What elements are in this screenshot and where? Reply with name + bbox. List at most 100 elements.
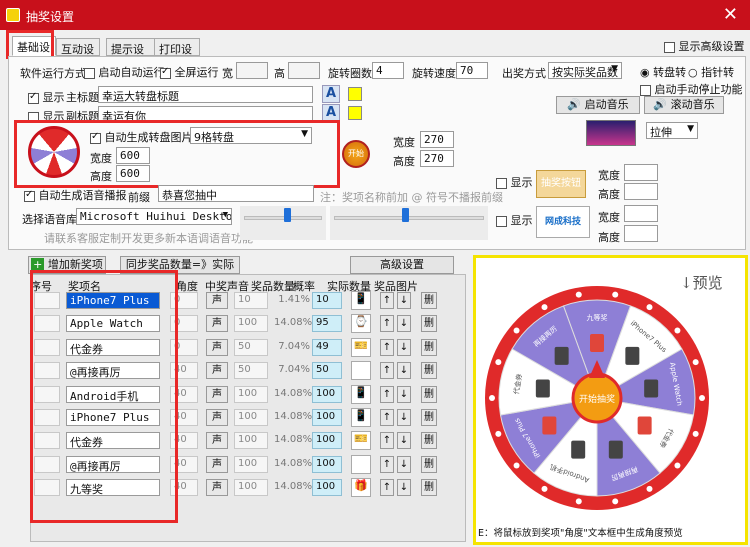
row-qty[interactable]: 100 xyxy=(234,315,268,333)
extra-image-2[interactable]: 网成科技 xyxy=(536,206,590,238)
row-real-qty[interactable]: 100 xyxy=(312,409,342,426)
auto-run-checkbox[interactable]: 启动自动运行 xyxy=(84,64,165,80)
auto-voice-checkbox[interactable]: 自动生成语音播报 xyxy=(24,187,127,203)
row-real-qty[interactable]: 50 xyxy=(312,362,342,380)
fullscreen-checkbox[interactable]: 全屏运行 xyxy=(160,64,219,80)
start-button-thumbnail[interactable]: 开始 xyxy=(342,140,370,168)
spin-count-input[interactable]: 4 xyxy=(372,62,404,79)
color-swatch[interactable] xyxy=(348,87,362,101)
advanced-settings-button[interactable]: 高级设置 xyxy=(350,256,454,274)
window-width-input[interactable] xyxy=(236,62,268,79)
row-prize-image[interactable] xyxy=(351,361,371,381)
row-delete-button[interactable]: 删 xyxy=(421,385,437,403)
main-title-input[interactable]: 幸运大转盘标题 xyxy=(98,86,313,103)
spin-speed-input[interactable]: 70 xyxy=(456,62,488,79)
row-prize-image[interactable]: 🎫 xyxy=(351,431,371,451)
row-prize-image[interactable]: 🎫 xyxy=(351,337,371,357)
row-real-qty[interactable]: 100 xyxy=(312,385,342,403)
row-prize-image[interactable]: 📱 xyxy=(351,291,371,310)
tab-interaction[interactable]: 互动设置 xyxy=(56,38,100,72)
wheel-type-select[interactable]: 9格转盘 ▼ xyxy=(190,127,312,144)
row-delete-button[interactable]: 删 xyxy=(421,315,437,333)
row-sound-button[interactable]: 声 xyxy=(206,409,228,426)
row-prize-image[interactable] xyxy=(351,454,371,474)
start-music-button[interactable]: 🔊 启动音乐 xyxy=(556,96,640,114)
row-sound-button[interactable]: 声 xyxy=(206,292,228,309)
row-delete-button[interactable]: 删 xyxy=(421,292,437,309)
move-up-icon[interactable]: ↑ xyxy=(380,409,394,426)
row-sound-button[interactable]: 声 xyxy=(206,479,228,497)
row-qty[interactable]: 50 xyxy=(234,338,268,356)
row-qty[interactable]: 100 xyxy=(234,455,268,473)
prize-mode-select[interactable]: 按实际奖品数 ▼ xyxy=(548,62,622,79)
move-up-icon[interactable]: ↑ xyxy=(380,338,394,356)
row-delete-button[interactable]: 删 xyxy=(421,409,437,426)
extra-width-input-2[interactable] xyxy=(624,205,658,222)
row-sound-button[interactable]: 声 xyxy=(206,385,228,403)
row-real-qty[interactable]: 100 xyxy=(312,455,342,473)
row-delete-button[interactable]: 删 xyxy=(421,362,437,380)
stretch-select[interactable]: 拉伸 ▼ xyxy=(646,122,698,139)
row-prize-image[interactable]: 📱 xyxy=(351,408,371,427)
prefix-input[interactable]: 恭喜您抽中 xyxy=(158,185,314,202)
row-qty[interactable]: 50 xyxy=(234,362,268,380)
show-advanced-checkbox[interactable]: 显示高级设置 xyxy=(664,38,745,54)
row-qty[interactable]: 100 xyxy=(234,385,268,403)
row-delete-button[interactable]: 删 xyxy=(421,455,437,473)
tab-prompt[interactable]: 提示设置 xyxy=(106,38,158,72)
row-delete-button[interactable]: 删 xyxy=(421,338,437,356)
extra-width-input-1[interactable] xyxy=(624,164,658,181)
move-down-icon[interactable]: ↓ xyxy=(397,362,411,380)
scroll-music-button[interactable]: 🔊 滚动音乐 xyxy=(644,96,724,114)
wheel-height-input[interactable]: 600 xyxy=(116,165,150,182)
manual-stop-checkbox[interactable]: 启动手动停止功能 xyxy=(640,81,743,97)
row-sound-button[interactable]: 声 xyxy=(206,315,228,333)
color-swatch[interactable] xyxy=(348,106,362,120)
row-sound-button[interactable]: 声 xyxy=(206,362,228,380)
window-height-input[interactable] xyxy=(288,62,320,79)
main-title-show-checkbox[interactable]: 显示 xyxy=(28,89,65,105)
start-width-input[interactable]: 270 xyxy=(420,131,454,148)
tab-print[interactable]: 打印设置 xyxy=(154,38,200,72)
row-real-qty[interactable]: 49 xyxy=(312,338,342,356)
auto-wheel-checkbox[interactable]: 自动生成转盘图片 xyxy=(90,129,193,145)
row-real-qty[interactable]: 10 xyxy=(312,292,342,309)
move-down-icon[interactable]: ↓ xyxy=(397,455,411,473)
needle-radio[interactable]: ○ 指针转 xyxy=(688,64,734,80)
row-real-qty[interactable]: 100 xyxy=(312,432,342,450)
wheel-width-input[interactable]: 600 xyxy=(116,147,150,164)
move-up-icon[interactable]: ↑ xyxy=(380,292,394,309)
move-down-icon[interactable]: ↓ xyxy=(397,385,411,403)
row-delete-button[interactable]: 删 xyxy=(421,432,437,450)
row-real-qty[interactable]: 100 xyxy=(312,479,342,497)
start-height-input[interactable]: 270 xyxy=(420,150,454,167)
row-sound-button[interactable]: 声 xyxy=(206,455,228,473)
background-thumbnail[interactable] xyxy=(586,120,636,146)
move-up-icon[interactable]: ↑ xyxy=(380,362,394,380)
speed-slider[interactable] xyxy=(330,206,488,240)
move-up-icon[interactable]: ↑ xyxy=(380,479,394,497)
extra-height-input-1[interactable] xyxy=(624,183,658,200)
row-qty[interactable]: 100 xyxy=(234,432,268,450)
extra-show-checkbox-2[interactable]: 显示 xyxy=(496,212,533,228)
row-sound-button[interactable]: 声 xyxy=(206,432,228,450)
row-real-qty[interactable]: 95 xyxy=(312,315,342,333)
row-qty[interactable]: 100 xyxy=(234,479,268,497)
move-down-icon[interactable]: ↓ xyxy=(397,432,411,450)
move-up-icon[interactable]: ↑ xyxy=(380,432,394,450)
row-sound-button[interactable]: 声 xyxy=(206,338,228,356)
row-prize-image[interactable]: 📱 xyxy=(351,384,371,404)
extra-height-input-2[interactable] xyxy=(624,225,658,242)
row-prize-image[interactable]: ⌚ xyxy=(351,314,371,334)
turntable-radio[interactable]: ◉ 转盘转 xyxy=(640,64,686,80)
extra-show-checkbox-1[interactable]: 显示 xyxy=(496,174,533,190)
move-down-icon[interactable]: ↓ xyxy=(397,315,411,333)
voice-lib-select[interactable]: Microsoft Huihui Desktop - Chi▼ xyxy=(76,208,232,225)
move-down-icon[interactable]: ↓ xyxy=(397,292,411,309)
row-delete-button[interactable]: 删 xyxy=(421,479,437,497)
move-up-icon[interactable]: ↑ xyxy=(380,385,394,403)
row-qty[interactable]: 100 xyxy=(234,409,268,426)
row-prize-image[interactable]: 🎁 xyxy=(351,478,371,498)
move-down-icon[interactable]: ↓ xyxy=(397,409,411,426)
move-down-icon[interactable]: ↓ xyxy=(397,338,411,356)
